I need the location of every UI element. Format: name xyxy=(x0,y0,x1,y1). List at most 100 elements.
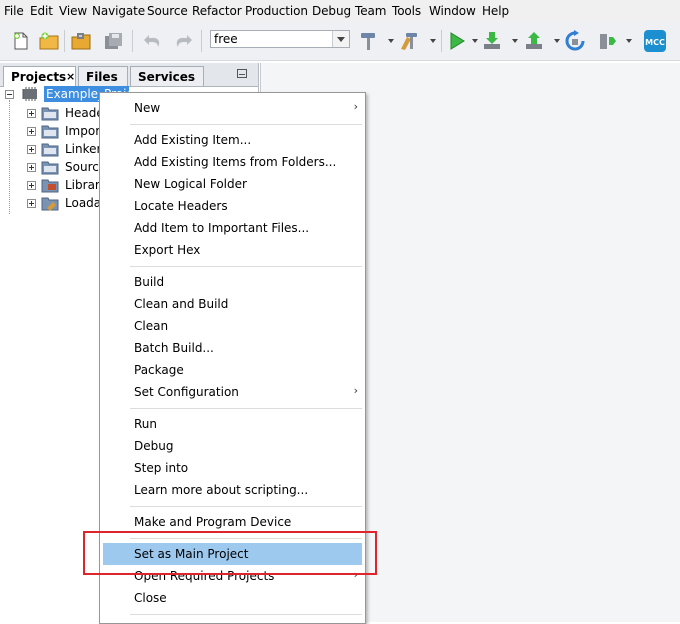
menu-item-build[interactable]: Build xyxy=(103,271,362,293)
menu-edit[interactable]: Edit xyxy=(30,4,53,18)
menu-item-label: Locate Headers xyxy=(134,199,228,213)
menu-item-add-item-to-important-files[interactable]: Add Item to Important Files... xyxy=(103,217,362,239)
run-icon[interactable] xyxy=(446,30,468,52)
tab-files[interactable]: Files xyxy=(78,66,128,86)
menu-item-step-into[interactable]: Step into xyxy=(103,457,362,479)
toolbar-separator xyxy=(132,30,133,52)
tab-services[interactable]: Services xyxy=(130,66,204,86)
submenu-arrow-icon: › xyxy=(353,384,358,397)
menu-item-close[interactable]: Close xyxy=(103,587,362,609)
menu-item-clean-and-build[interactable]: Clean and Build xyxy=(103,293,362,315)
expand-icon[interactable] xyxy=(27,181,36,190)
menu-item-label: Add Existing Item... xyxy=(134,133,252,147)
menu-item-locate-headers[interactable]: Locate Headers xyxy=(103,195,362,217)
new-file-icon[interactable] xyxy=(10,30,32,52)
menu-item-debug[interactable]: Debug xyxy=(103,435,362,457)
tree-item-header[interactable]: Header xyxy=(0,105,109,123)
clean-build-icon[interactable] xyxy=(398,30,420,52)
folder-icon xyxy=(41,123,59,139)
build-hammer-icon[interactable] xyxy=(359,30,381,52)
clean-build-dropdown-arrow[interactable] xyxy=(430,39,436,43)
tree-item-source[interactable]: Source xyxy=(0,159,106,177)
menu-team[interactable]: Team xyxy=(355,4,386,18)
reset-dropdown-arrow[interactable] xyxy=(626,39,632,43)
menu-item-label: Clean xyxy=(134,319,169,333)
program-dropdown-arrow[interactable] xyxy=(512,39,518,43)
read-device-icon[interactable] xyxy=(523,30,545,52)
expand-icon[interactable] xyxy=(27,127,36,136)
save-all-icon[interactable] xyxy=(102,30,124,52)
menu-source[interactable]: Source xyxy=(147,4,188,18)
expand-icon[interactable] xyxy=(27,109,36,118)
menu-item-set-configuration[interactable]: Set Configuration › xyxy=(103,381,362,403)
menu-item-label: Step into xyxy=(134,461,189,475)
folder-icon xyxy=(41,105,59,121)
menu-production[interactable]: Production xyxy=(245,4,308,18)
undo-icon[interactable] xyxy=(142,30,164,52)
read-dropdown-arrow[interactable] xyxy=(554,39,560,43)
mcc-icon[interactable]: MCC xyxy=(643,29,667,53)
menu-file[interactable]: File xyxy=(4,4,24,18)
menu-debug[interactable]: Debug xyxy=(312,4,351,18)
menu-item-label: Close xyxy=(134,591,167,605)
build-dropdown-arrow[interactable] xyxy=(388,39,394,43)
tab-projects[interactable]: Projects × xyxy=(3,66,76,87)
menu-item-label: Export Hex xyxy=(134,243,201,257)
mcc-label: MCC xyxy=(645,38,665,47)
menu-item-learn-more-about-scripting[interactable]: Learn more about scripting... xyxy=(103,479,362,501)
menu-item-run[interactable]: Run xyxy=(103,413,362,435)
hold-in-reset-icon[interactable] xyxy=(597,30,619,52)
loadable-folder-icon xyxy=(41,195,59,211)
minimize-icon[interactable] xyxy=(237,69,247,78)
menu-navigate[interactable]: Navigate xyxy=(92,4,145,18)
menu-item-label: Batch Build... xyxy=(134,341,214,355)
program-device-icon[interactable] xyxy=(481,30,503,52)
menu-item-label: Debug xyxy=(134,439,174,453)
close-icon[interactable]: × xyxy=(66,70,75,83)
new-project-icon[interactable] xyxy=(38,30,60,52)
tree-item-loadables[interactable]: Loadab xyxy=(0,195,109,213)
menu-item-label: Make and Program Device xyxy=(134,515,292,529)
menu-item-label: Add Item to Important Files... xyxy=(134,221,310,235)
menu-separator xyxy=(130,408,362,409)
menu-refactor[interactable]: Refactor xyxy=(192,4,242,18)
configuration-select[interactable]: free xyxy=(210,30,350,48)
menu-item-label: New Logical Folder xyxy=(134,177,247,191)
chip-project-icon xyxy=(21,86,39,102)
menu-item-export-hex[interactable]: Export Hex xyxy=(103,239,362,261)
run-dropdown-arrow[interactable] xyxy=(472,39,478,43)
menu-item-label: Build xyxy=(134,275,165,289)
expand-icon[interactable] xyxy=(27,163,36,172)
tree-item-important[interactable]: Import xyxy=(0,123,105,141)
open-project-icon[interactable] xyxy=(70,30,92,52)
menu-item-new-logical-folder[interactable]: New Logical Folder xyxy=(103,173,362,195)
tree-item-libraries[interactable]: Librarie xyxy=(0,177,111,195)
tree-item-linker[interactable]: Linker F xyxy=(0,141,112,159)
configuration-value: free xyxy=(214,32,238,46)
menu-item-new[interactable]: New › xyxy=(103,97,362,119)
toolbar-separator xyxy=(64,30,65,52)
tab-projects-label: Projects xyxy=(11,70,67,84)
menu-item-clean[interactable]: Clean xyxy=(103,315,362,337)
menu-item-label: Set Configuration xyxy=(134,385,239,399)
tab-services-label: Services xyxy=(138,70,196,84)
menu-item-add-existing-item[interactable]: Add Existing Item... xyxy=(103,129,362,151)
menu-view[interactable]: View xyxy=(59,4,87,18)
reset-refresh-icon[interactable] xyxy=(564,30,586,52)
expand-icon[interactable] xyxy=(27,145,36,154)
redo-icon[interactable] xyxy=(172,30,194,52)
menu-window[interactable]: Window xyxy=(429,4,476,18)
panel-tabs: Projects × Files Services xyxy=(0,63,258,87)
collapse-icon[interactable] xyxy=(5,90,14,99)
toolbar-separator xyxy=(441,30,442,52)
expand-icon[interactable] xyxy=(27,199,36,208)
tab-files-label: Files xyxy=(86,70,118,84)
menu-tools[interactable]: Tools xyxy=(392,4,421,18)
menu-item-batch-build[interactable]: Batch Build... xyxy=(103,337,362,359)
menu-item-add-existing-items-from-folders[interactable]: Add Existing Items from Folders... xyxy=(103,151,362,173)
menu-item-package[interactable]: Package xyxy=(103,359,362,381)
menu-item-make-and-program-device[interactable]: Make and Program Device xyxy=(103,511,362,533)
menu-separator xyxy=(130,614,362,615)
chevron-down-icon[interactable] xyxy=(332,31,349,47)
menu-help[interactable]: Help xyxy=(482,4,509,18)
